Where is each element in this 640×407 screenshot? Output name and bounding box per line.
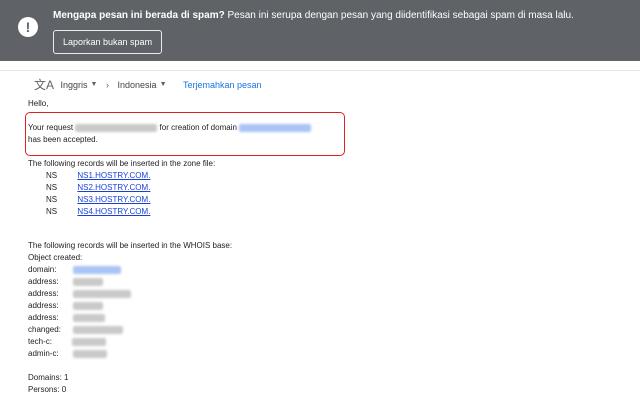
spam-reason-title: Mengapa pesan ini berada di spam? (53, 10, 225, 21)
redacted-value (72, 277, 103, 286)
spam-reason-message: Pesan ini serupa dengan pesan yang diide… (224, 10, 574, 21)
redacted-value (72, 337, 107, 346)
chevron-down-icon[interactable]: ▼ (91, 81, 98, 88)
redacted-value (72, 349, 107, 358)
arrow-right-icon: › (106, 79, 109, 90)
highlight-box (25, 112, 345, 156)
redacted-value (73, 325, 124, 334)
warning-icon: ! (18, 17, 38, 37)
whois-row: address: (28, 300, 103, 312)
spam-reason-text: Mengapa pesan ini berada di spam? Pesan … (53, 10, 574, 21)
redacted-value (72, 301, 103, 310)
whois-row: admin-c: (28, 348, 107, 360)
whois-row: address: (28, 288, 131, 300)
whois-row: address: (28, 276, 103, 288)
ns-record: NS NS4.HOSTRY.COM. (46, 207, 151, 216)
translate-message-link[interactable]: Terjemahkan pesan (183, 80, 262, 90)
whois-intro: The following records will be inserted i… (28, 241, 233, 250)
ns-host-link[interactable]: NS1.HOSTRY.COM. (77, 171, 150, 180)
object-created: Object created: (28, 253, 83, 262)
ns-host-link[interactable]: NS4.HOSTRY.COM. (77, 207, 150, 216)
zone-intro: The following records will be inserted i… (28, 159, 216, 168)
header-divider (0, 70, 640, 71)
redacted-value (72, 289, 131, 298)
ns-host-link[interactable]: NS2.HOSTRY.COM. (77, 183, 150, 192)
ns-host-link[interactable]: NS3.HOSTRY.COM. (77, 195, 150, 204)
whois-row: changed: (28, 324, 124, 336)
translate-bar: 文A Inggris ▼ › Indonesia ▼ Terjemahkan pes… (34, 76, 262, 93)
ns-record: NS NS2.HOSTRY.COM. (46, 183, 151, 192)
whois-row: domain: (28, 264, 121, 276)
ns-record: NS NS3.HOSTRY.COM. (46, 195, 151, 204)
domains-count: Domains: 1 (28, 373, 69, 382)
whois-row: address: (28, 312, 105, 324)
target-language-select[interactable]: Indonesia (118, 80, 157, 90)
source-language-select[interactable]: Inggris (61, 80, 88, 90)
translate-icon: 文A (34, 78, 55, 92)
chevron-down-icon[interactable]: ▼ (160, 81, 167, 88)
greeting: Hello, (28, 99, 49, 108)
whois-row: tech-c: (28, 336, 107, 348)
report-not-spam-button[interactable]: Laporkan bukan spam (53, 30, 163, 54)
redacted-value (72, 313, 105, 322)
redacted-value[interactable] (72, 265, 121, 274)
persons-count: Persons: 0 (28, 385, 67, 394)
ns-record: NS NS1.HOSTRY.COM. (46, 171, 151, 180)
spam-warning-banner: ! Mengapa pesan ini berada di spam? Pesa… (0, 0, 640, 61)
